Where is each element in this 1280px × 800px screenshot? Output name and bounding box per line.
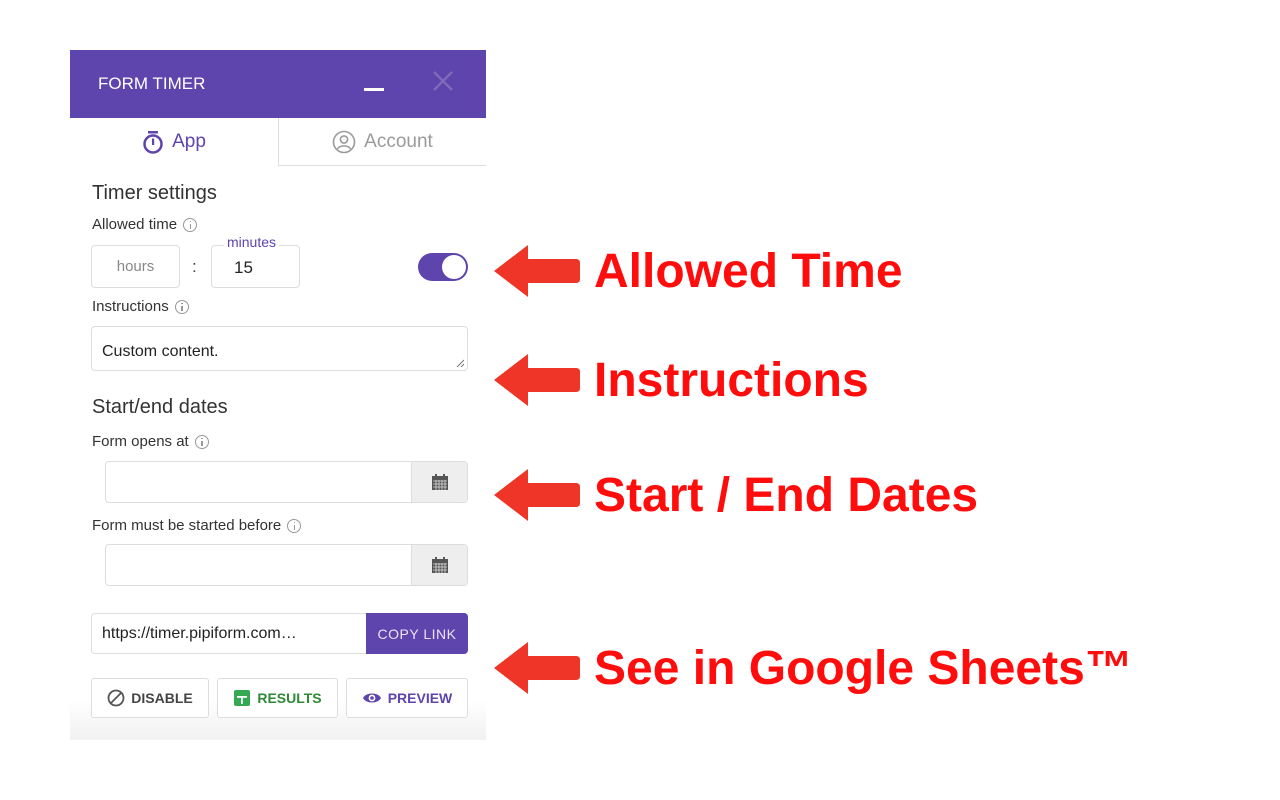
- form-link-field[interactable]: https://timer.pipiform.com… COPY LINK: [91, 613, 468, 654]
- annotation-text: Start / End Dates: [594, 468, 979, 522]
- arrow-left-icon: [494, 642, 580, 694]
- time-separator: :: [192, 257, 197, 276]
- annotation-text: Allowed Time: [594, 244, 903, 298]
- calendar-icon: [431, 557, 448, 573]
- start-end-dates-heading: Start/end dates: [92, 396, 228, 418]
- minutes-floating-label: minutes: [224, 234, 280, 250]
- arrow-left-icon: [494, 354, 580, 406]
- tab-bar: App Account: [70, 118, 486, 166]
- hours-input[interactable]: hours: [91, 245, 180, 288]
- minutes-value: 15: [234, 258, 253, 277]
- instructions-label-text: Instructions: [92, 298, 169, 315]
- instructions-textarea[interactable]: Custom content.: [91, 326, 468, 371]
- form-opens-label: Form opens at: [92, 433, 209, 450]
- results-button[interactable]: RESULTS: [217, 678, 338, 718]
- started-before-input[interactable]: [105, 544, 468, 586]
- user-circle-icon: [332, 130, 356, 153]
- preview-label: PREVIEW: [387, 690, 453, 706]
- panel-title: FORM TIMER: [98, 74, 206, 93]
- info-icon[interactable]: [194, 434, 209, 449]
- annotation-text: Instructions: [594, 353, 869, 407]
- eye-icon: [362, 693, 381, 703]
- results-label: RESULTS: [257, 690, 322, 706]
- calendar-icon: [431, 474, 448, 490]
- preview-button[interactable]: PREVIEW: [346, 678, 468, 718]
- arrow-left-icon: [494, 469, 580, 521]
- panel-header: FORM TIMER: [70, 50, 486, 118]
- annotation-instructions: Instructions: [492, 352, 869, 408]
- annotation-google-sheets: See in Google Sheets™: [492, 640, 1133, 696]
- info-icon[interactable]: [183, 217, 198, 232]
- instructions-label: Instructions: [92, 298, 189, 315]
- disable-label: DISABLE: [131, 690, 193, 706]
- info-icon[interactable]: [287, 518, 302, 533]
- tab-account[interactable]: Account: [278, 118, 486, 166]
- info-icon[interactable]: [174, 299, 189, 314]
- timer-settings-heading: Timer settings: [92, 182, 217, 204]
- tab-account-label: Account: [364, 130, 433, 152]
- annotation-text: See in Google Sheets™: [594, 641, 1133, 695]
- resize-handle-icon[interactable]: [456, 359, 464, 367]
- form-opens-input[interactable]: [105, 461, 468, 503]
- google-sheets-icon: [234, 690, 251, 706]
- allowed-time-label: Allowed time: [92, 216, 198, 233]
- instructions-value: Custom content.: [102, 343, 219, 360]
- tab-app-label: App: [172, 131, 206, 152]
- minutes-input[interactable]: minutes 15: [211, 234, 300, 288]
- arrow-left-icon: [494, 245, 580, 297]
- copy-link-button[interactable]: COPY LINK: [366, 613, 468, 654]
- timer-enabled-toggle[interactable]: [418, 253, 468, 281]
- close-icon[interactable]: [430, 68, 456, 94]
- calendar-button[interactable]: [411, 545, 467, 585]
- started-before-label-text: Form must be started before: [92, 517, 282, 534]
- tab-app[interactable]: App: [70, 118, 278, 166]
- form-link-url: https://timer.pipiform.com…: [102, 625, 297, 642]
- annotation-start-end-dates: Start / End Dates: [492, 467, 978, 523]
- stopwatch-icon: [143, 131, 163, 154]
- disable-button[interactable]: DISABLE: [91, 678, 209, 718]
- disable-icon: [107, 689, 125, 707]
- minimize-icon[interactable]: [364, 88, 384, 91]
- toggle-knob: [442, 255, 466, 279]
- started-before-label: Form must be started before: [92, 517, 302, 534]
- allowed-time-label-text: Allowed time: [92, 216, 178, 233]
- hours-placeholder: hours: [116, 258, 155, 275]
- calendar-button[interactable]: [411, 462, 467, 502]
- annotation-allowed-time: Allowed Time: [492, 243, 903, 299]
- form-opens-label-text: Form opens at: [92, 433, 189, 450]
